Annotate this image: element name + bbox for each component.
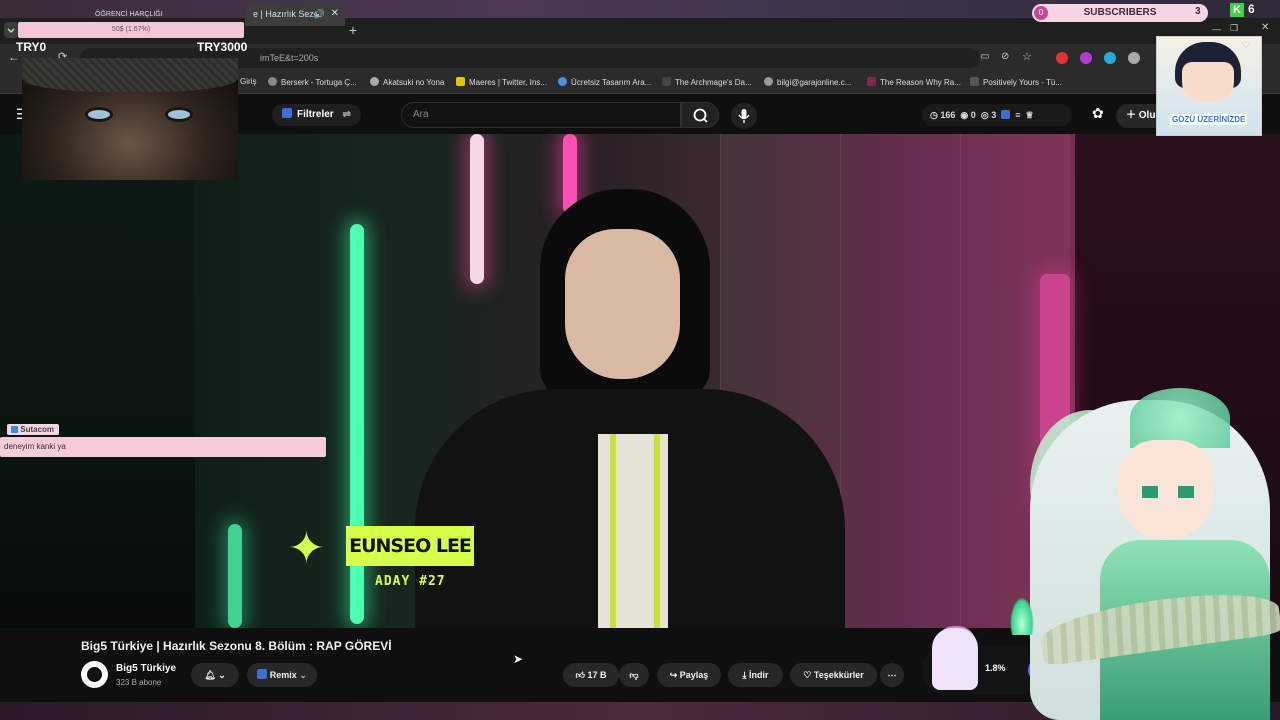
thanks-button[interactable]: ♡ Teşekkürler [790,663,877,687]
mouse-cursor-icon: ➤ [513,652,524,666]
filter-button[interactable]: Filtreler ⇌ [272,104,361,126]
share-button[interactable]: ↪ Paylaş [657,663,721,687]
tab-title: e | Hazırlık Sezo [253,9,319,19]
bell-icon: 🔔︎ [204,670,216,680]
subscribers-widget: SUBSCRIBERS [1032,4,1208,22]
channel-name[interactable]: Big5 Türkiye [116,663,176,674]
kick-logo-icon: K [1230,3,1244,17]
chevron-down-icon: ⌄ [299,670,307,680]
dislike-button[interactable]: 👎︎ [619,663,649,687]
download-icon: ⤓ [742,670,747,680]
voice-search-button[interactable] [731,103,757,129]
bookmark-item[interactable]: Ücretsiz Tasarım Ara... [558,77,651,87]
sliders-icon: ⇌ [342,109,351,120]
video-title: Big5 Türkiye | Hazırlık Sezonu 8. Bölüm … [81,639,392,653]
anime-character-face [1182,62,1234,102]
bookmark-item[interactable]: bilgi@garajonline.c... [764,77,851,87]
neon-light-white [470,134,484,284]
extension-purple-icon[interactable] [1080,52,1092,64]
eye-icon: ◎ [980,110,989,120]
tab-search-button[interactable] [4,22,18,38]
heart-dollar-icon: ♡ [803,670,812,680]
neon-light-green [228,524,242,628]
donation-goal-bar: 50$ (1.67%) [18,22,244,38]
contestant-number: ADAY #27 [375,574,446,589]
webcam-eye [88,110,110,119]
like-button[interactable]: 👍︎ 17 B [563,663,619,687]
contestant-name-tag: EUNSEO LEE [346,526,474,566]
video-scene-left [0,134,200,628]
eye-off-icon[interactable]: ⊘ [1001,51,1009,62]
bookmark-item[interactable]: Berserk - Tortuga Ç... [268,77,357,87]
channel-subscriber-count: 323 B abone [116,678,162,687]
extension-icon [1001,110,1011,119]
donation-goal-label: ÖĞRENCİ HARÇLIĞI [95,11,163,18]
thumbs-up-icon: 👍︎ [575,670,585,680]
chevron-down-icon [7,28,15,34]
microphone-icon [738,109,750,123]
extension-adblock-icon[interactable] [1056,52,1068,64]
plus-icon: ＋ [1126,110,1139,121]
kick-count: 6 [1248,2,1255,16]
locker-panel [840,134,960,628]
extension-icon [257,669,268,679]
list-icon: ≡ [1015,110,1021,120]
download-button[interactable]: ⤓ İndir [728,663,783,687]
green-flame-icon [1010,597,1034,635]
clock-icon: ◷ [930,110,938,120]
share-icon: ↪ [669,670,678,680]
bookmark-item[interactable]: Maeres | Twitter, Ins... [456,77,547,87]
search-icon [693,108,708,123]
more-actions-button[interactable]: ⋯ [880,663,904,687]
new-tab-button[interactable]: + [344,20,362,40]
webcam-eye [168,110,190,119]
browser-tab-active[interactable]: e | Hazırlık Sezo 🔊 ✕ [245,2,345,26]
bookmark-item[interactable]: Akatsuki no Yona [370,77,444,87]
close-icon[interactable]: ✕ [1261,22,1269,33]
channel-avatar[interactable] [81,661,108,688]
minimize-icon[interactable]: — [1212,24,1221,34]
bookmark-item[interactable]: Positively Yours - Tü... [970,77,1062,87]
view-icon: ◉ [960,110,969,120]
anime-card-caption: GÖZÜ ÜZERİNİZDE [1170,114,1248,125]
stats-pill: ◷ 166 ◉ 0 ◎ 3 ≡ ♕ [922,104,1072,126]
donation-goal-min: TRY0 [16,40,47,54]
sparkle-icon[interactable]: ✿ [1092,105,1104,122]
person-face [565,229,680,379]
thumbs-down-icon: 👎︎ [629,670,639,680]
badge-icon [11,426,18,433]
bookmark-item[interactable]: The Reason Why Ra... [867,77,961,87]
chevron-down-icon: ⌄ [218,670,226,680]
vtuber-eyes [1142,486,1194,498]
donation-goal-max: TRY3000 [197,40,248,54]
download-progress-percent: 1.8% [985,663,1006,673]
close-icon[interactable]: ✕ [331,2,339,26]
notification-bell-button[interactable]: 🔔︎ ⌄ [191,663,239,687]
sparkle-icon: ✦ [288,524,325,573]
extension-bulb-icon[interactable] [1128,52,1140,64]
extension-blue-icon[interactable] [1104,52,1116,64]
search-button[interactable] [681,102,719,128]
vtuber-ears [1130,388,1230,448]
cast-icon[interactable]: ▭ [980,51,989,62]
subscribers-count-left: 0 [1034,6,1048,20]
subscribers-count-right: 3 [1195,6,1201,17]
search-input[interactable]: Ara [401,102,681,128]
more-icon: ⋯ [887,670,897,680]
chat-message: deneyim kanki ya [0,437,326,457]
bookmark-item[interactable]: The Archmage's Da... [662,77,752,87]
bookmark-item[interactable]: Giriş [240,77,256,86]
extension-icon [282,108,292,118]
heart-icon: ♡ [1242,40,1251,50]
star-icon[interactable]: ☆ [1022,50,1032,63]
chibi-character [932,628,978,690]
webcam-beanie [22,58,238,92]
maximize-icon[interactable]: ❐ [1230,23,1238,34]
speaker-icon: 🔊 [313,9,325,19]
person-lanyard [610,434,660,628]
chat-username: Sutacom [7,424,60,435]
trophy-icon: ♕ [1025,110,1034,120]
remix-button[interactable]: Remix ⌄ [247,663,317,687]
